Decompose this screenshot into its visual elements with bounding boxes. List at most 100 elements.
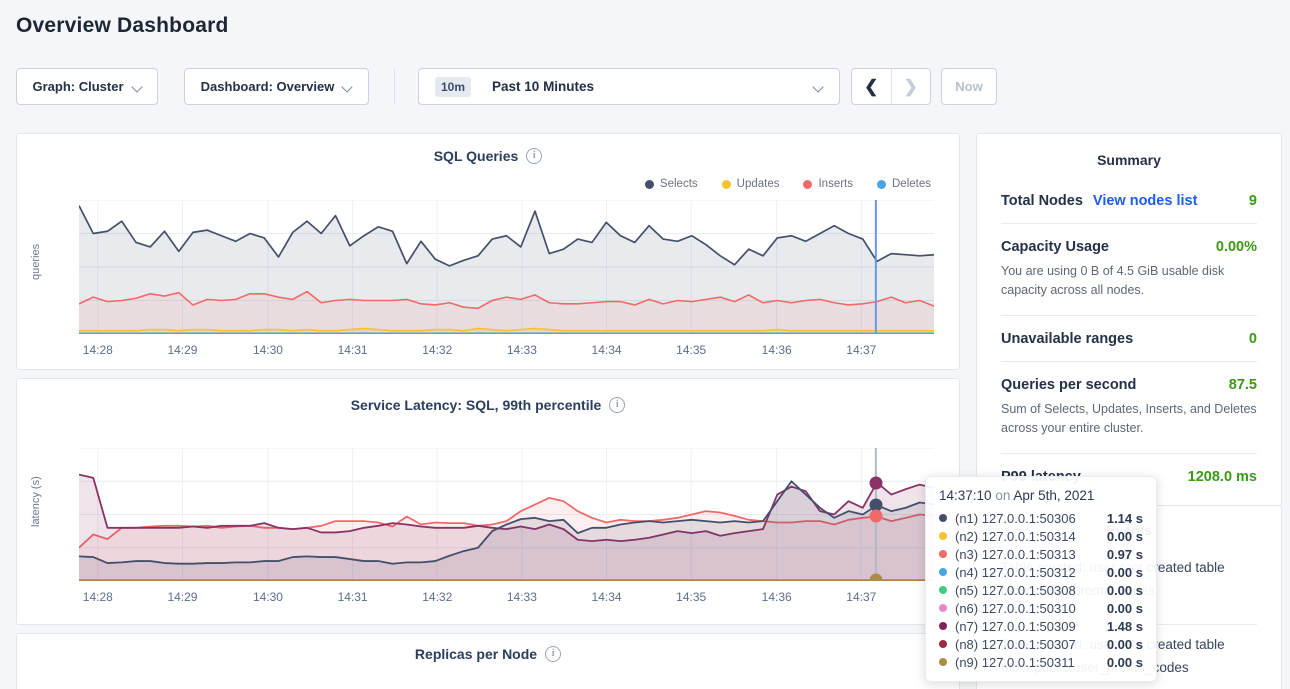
summary-row-unavailable: Unavailable ranges 0: [1001, 316, 1257, 362]
x-tick-label: 14:37: [846, 343, 876, 357]
chart-title: Service Latency: SQL, 99th percentile: [351, 397, 602, 413]
chevron-down-icon: [343, 82, 352, 91]
updates-dot-icon: [722, 180, 731, 189]
x-tick-label: 14:33: [507, 590, 537, 604]
p99-latency-value: 1208.0 ms: [1188, 469, 1257, 485]
n8-dot-icon: [939, 640, 947, 648]
x-tick-label: 14:29: [167, 590, 197, 604]
tooltip-row-n6: (n6) 127.0.0.1:503100.00 s: [939, 599, 1143, 617]
legend-item-inserts[interactable]: Inserts: [803, 178, 853, 190]
tooltip-row-n4: (n4) 127.0.0.1:503120.00 s: [939, 563, 1143, 581]
time-step-group: ❮ ❯: [851, 68, 931, 105]
summary-row-total-nodes: Total Nodes View nodes list 9: [1001, 178, 1257, 224]
summary-title: Summary: [1001, 152, 1257, 168]
service-latency-plot[interactable]: 0.00.51.01.52.0 latency (s) 14:2814:2914…: [33, 448, 959, 608]
time-next-button[interactable]: ❯: [891, 69, 931, 104]
total-nodes-label: Total Nodes: [1001, 193, 1083, 209]
dashboard-dropdown[interactable]: Dashboard: Overview: [184, 68, 369, 105]
tooltip-row-n9: (n9) 127.0.0.1:503110.00 s: [939, 653, 1143, 671]
time-range-dropdown[interactable]: 10m Past 10 Minutes: [418, 68, 840, 105]
x-tick-label: 14:30: [253, 590, 283, 604]
chart-title: Replicas per Node: [415, 646, 537, 662]
service-latency-card: Service Latency: SQL, 99th percentile i …: [16, 378, 960, 625]
summary-panel: Summary Total Nodes View nodes list 9 Ca…: [976, 133, 1282, 506]
view-nodes-list-link[interactable]: View nodes list: [1093, 193, 1198, 209]
unavailable-ranges-value: 0: [1249, 331, 1257, 347]
time-range-label: Past 10 Minutes: [492, 79, 594, 94]
queries-per-second-value: 87.5: [1229, 377, 1257, 393]
y-axis-label: queries: [30, 266, 42, 280]
x-tick-label: 14:32: [422, 343, 452, 357]
x-tick-label: 14:32: [422, 590, 452, 604]
selects-dot-icon: [645, 180, 654, 189]
x-tick-label: 14:31: [338, 590, 368, 604]
queries-per-second-desc: Sum of Selects, Updates, Inserts, and De…: [1001, 400, 1257, 439]
deletes-dot-icon: [877, 180, 886, 189]
n5-dot-icon: [939, 586, 947, 594]
chevron-down-icon: [133, 82, 142, 91]
tooltip-row-n7: (n7) 127.0.0.1:503091.48 s: [939, 617, 1143, 635]
graph-dropdown-label: Graph: Cluster: [32, 79, 123, 94]
sql-queries-card: SQL Queries i Selects Updates Inserts De…: [16, 133, 960, 370]
tooltip-timestamp: 14:37:10 on Apr 5th, 2021: [939, 488, 1143, 503]
n4-dot-icon: [939, 568, 947, 576]
time-prev-button[interactable]: ❮: [852, 69, 891, 104]
page-title: Overview Dashboard: [16, 14, 229, 38]
now-button-label: Now: [955, 79, 982, 94]
overview-dashboard-page: Overview Dashboard Graph: Cluster Dashbo…: [0, 0, 1290, 689]
info-icon[interactable]: i: [545, 646, 561, 662]
unavailable-ranges-label: Unavailable ranges: [1001, 331, 1133, 347]
x-tick-label: 14:35: [676, 343, 706, 357]
chevron-down-icon: [814, 82, 823, 91]
x-tick-label: 14:34: [592, 590, 622, 604]
tooltip-row-n8: (n8) 127.0.0.1:503070.00 s: [939, 635, 1143, 653]
capacity-usage-value: 0.00%: [1216, 239, 1257, 255]
chart-header: SQL Queries i: [17, 148, 959, 164]
x-tick-label: 14:30: [253, 343, 283, 357]
capacity-usage-label: Capacity Usage: [1001, 239, 1109, 255]
n9-dot-icon: [939, 658, 947, 666]
x-tick-label: 14:36: [762, 343, 792, 357]
x-tick-label: 14:37: [846, 590, 876, 604]
controls-divider: [394, 68, 395, 105]
tooltip-row-n5: (n5) 127.0.0.1:503080.00 s: [939, 581, 1143, 599]
legend-item-deletes[interactable]: Deletes: [877, 178, 931, 190]
dashboard-dropdown-label: Dashboard: Overview: [201, 79, 335, 94]
crosshair-dot-icon: [869, 573, 882, 581]
info-icon[interactable]: i: [609, 397, 625, 413]
chart-title: SQL Queries: [434, 148, 519, 164]
queries-per-second-label: Queries per second: [1001, 377, 1136, 393]
replicas-per-node-card: Replicas per Node i: [16, 633, 960, 689]
n7-dot-icon: [939, 622, 947, 630]
now-button[interactable]: Now: [941, 68, 997, 105]
chart-header: Service Latency: SQL, 99th percentile i: [17, 397, 959, 413]
x-tick-label: 14:35: [676, 590, 706, 604]
summary-row-capacity: Capacity Usage 0.00% You are using 0 B o…: [1001, 224, 1257, 316]
sql-queries-plot[interactable]: 0306090120 queries 14:2814:2914:3014:311…: [33, 200, 959, 360]
n1-dot-icon: [939, 514, 947, 522]
x-tick-label: 14:34: [592, 343, 622, 357]
x-tick-label: 14:33: [507, 343, 537, 357]
summary-row-qps: Queries per second 87.5 Sum of Selects, …: [1001, 362, 1257, 454]
y-axis-label: latency (s): [30, 513, 42, 527]
x-tick-label: 14:29: [167, 343, 197, 357]
time-range-badge: 10m: [435, 77, 471, 97]
tooltip-row-n2: (n2) 127.0.0.1:503140.00 s: [939, 527, 1143, 545]
n6-dot-icon: [939, 604, 947, 612]
legend-item-selects[interactable]: Selects: [645, 178, 698, 190]
total-nodes-value: 9: [1249, 193, 1257, 209]
graph-dropdown[interactable]: Graph: Cluster: [16, 68, 158, 105]
n3-dot-icon: [939, 550, 947, 558]
tooltip-row-n1: (n1) 127.0.0.1:503061.14 s: [939, 509, 1143, 527]
capacity-usage-desc: You are using 0 B of 4.5 GiB usable disk…: [1001, 262, 1257, 301]
crosshair-dot-icon: [869, 510, 882, 523]
legend-item-updates[interactable]: Updates: [722, 178, 780, 190]
x-tick-label: 14:36: [762, 590, 792, 604]
inserts-dot-icon: [803, 180, 812, 189]
tooltip-row-n3: (n3) 127.0.0.1:503130.97 s: [939, 545, 1143, 563]
crosshair-dot-icon: [869, 476, 882, 489]
x-tick-label: 14:28: [83, 590, 113, 604]
info-icon[interactable]: i: [526, 148, 542, 164]
x-tick-label: 14:31: [338, 343, 368, 357]
chart-hover-tooltip: 14:37:10 on Apr 5th, 2021 (n1) 127.0.0.1…: [925, 476, 1157, 682]
